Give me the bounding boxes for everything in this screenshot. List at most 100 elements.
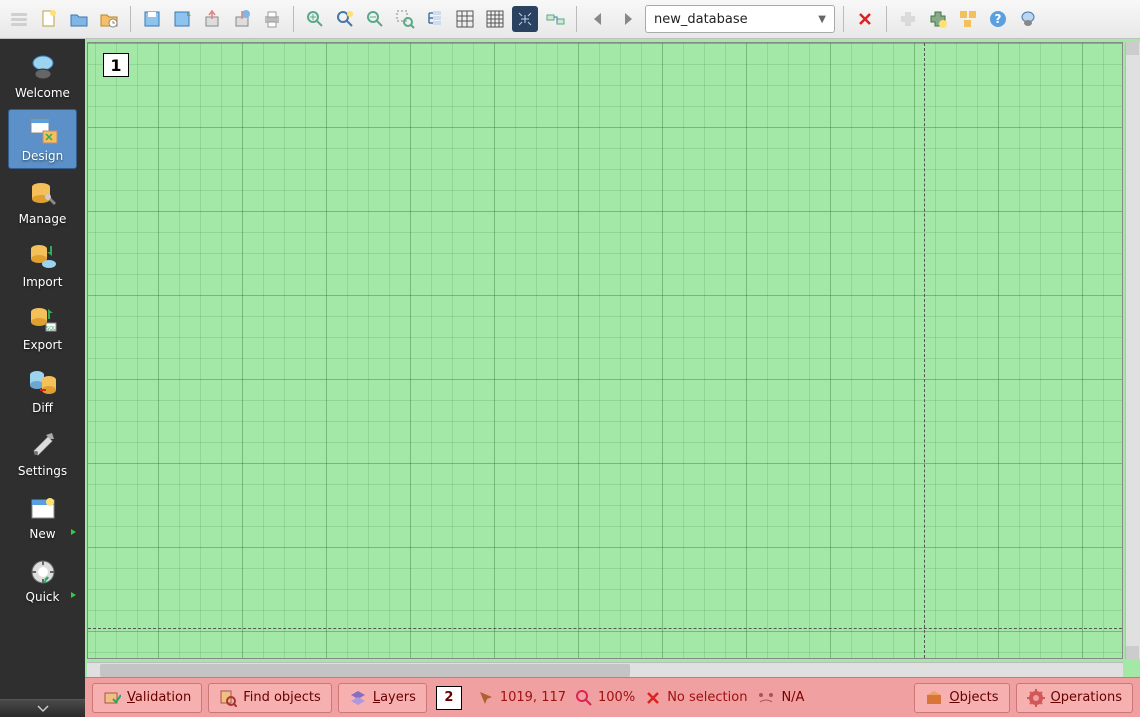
- submenu-indicator-icon: [71, 592, 76, 598]
- horizontal-scroll-thumb[interactable]: [100, 664, 630, 677]
- main-toolbar: new_database ▼ ?: [0, 0, 1140, 39]
- sidebar-item-label: Quick: [26, 590, 60, 604]
- zoom-level[interactable]: 100%: [576, 690, 635, 706]
- sidebar-item-welcome[interactable]: Welcome: [8, 46, 77, 106]
- side-toolbar: Welcome Design Manage Import SQL Export …: [0, 39, 85, 717]
- objects-icon: [925, 689, 943, 707]
- layers-icon: [349, 689, 367, 707]
- search-icon: [219, 689, 237, 707]
- sidebar-expand-button[interactable]: [0, 699, 85, 717]
- sidebar-item-new[interactable]: New: [8, 487, 77, 547]
- sidebar-item-settings[interactable]: Settings: [8, 424, 77, 484]
- zoom-value: 100%: [598, 690, 635, 705]
- fit-icon[interactable]: [512, 6, 538, 32]
- new-icon: [27, 493, 59, 525]
- scroll-up-button[interactable]: [1126, 42, 1139, 55]
- save-as-icon[interactable]: [169, 6, 195, 32]
- design-icon: [27, 115, 59, 147]
- quick-icon: [27, 556, 59, 588]
- grid-large-icon[interactable]: [482, 6, 508, 32]
- status-bar: Validation Find objects Layers 2 1019, 1…: [85, 677, 1140, 717]
- close-icon[interactable]: [852, 6, 878, 32]
- sidebar-item-label: New: [29, 527, 55, 541]
- sidebar-item-label: Welcome: [15, 86, 70, 100]
- design-canvas-wrap: 1: [85, 39, 1140, 677]
- sidebar-item-label: Design: [22, 149, 63, 163]
- page-number-label: 1: [103, 53, 129, 77]
- sidebar-item-import[interactable]: Import: [8, 235, 77, 295]
- find-objects-button[interactable]: Find objects: [208, 683, 332, 713]
- import-icon: [27, 241, 59, 273]
- dropdown-arrow-icon: ▼: [818, 14, 826, 25]
- position-icon: [478, 690, 494, 706]
- sidebar-item-label: Export: [23, 338, 62, 352]
- welcome-icon: [27, 52, 59, 84]
- objects-button[interactable]: Objects: [914, 683, 1009, 713]
- sidebar-item-design[interactable]: Design: [8, 109, 77, 169]
- na-value: N/A: [781, 690, 804, 705]
- validation-button[interactable]: Validation: [92, 683, 202, 713]
- grid-small-icon[interactable]: [452, 6, 478, 32]
- submenu-indicator-icon: [71, 529, 76, 535]
- svg-text:?: ?: [995, 12, 1002, 26]
- selection-status: No selection: [645, 690, 747, 706]
- settings-icon: [27, 430, 59, 462]
- selection-value: No selection: [667, 690, 747, 705]
- vertical-scrollbar[interactable]: [1125, 42, 1140, 659]
- export-all-icon[interactable]: [229, 6, 255, 32]
- recent-folder-icon[interactable]: [96, 6, 122, 32]
- scroll-down-button[interactable]: [1126, 646, 1139, 659]
- design-canvas[interactable]: 1: [87, 42, 1123, 659]
- zoom-selection-icon[interactable]: [392, 6, 418, 32]
- help-icon[interactable]: ?: [985, 6, 1011, 32]
- no-selection-icon: [645, 690, 661, 706]
- save-icon[interactable]: [139, 6, 165, 32]
- zoom-in-icon[interactable]: [302, 6, 328, 32]
- sidebar-item-manage[interactable]: Manage: [8, 172, 77, 232]
- relation-icon[interactable]: [542, 6, 568, 32]
- new-file-icon[interactable]: [36, 6, 62, 32]
- validation-icon: [103, 689, 121, 707]
- menu-icon[interactable]: [6, 6, 32, 32]
- objects-label: Objects: [949, 690, 998, 705]
- database-selector-value: new_database: [654, 12, 748, 27]
- operations-label: Operations: [1051, 690, 1122, 705]
- na-icon: [757, 691, 775, 705]
- svg-text:SQL: SQL: [46, 326, 56, 332]
- cursor-position-value: 1019, 117: [500, 690, 566, 705]
- modules-icon[interactable]: [955, 6, 981, 32]
- about-icon[interactable]: [1015, 6, 1041, 32]
- manage-icon: [27, 178, 59, 210]
- na-status: N/A: [757, 690, 804, 705]
- plugin-icon[interactable]: [895, 6, 921, 32]
- cursor-position: 1019, 117: [478, 690, 566, 706]
- find-objects-label: Find objects: [243, 690, 321, 705]
- next-icon[interactable]: [615, 6, 641, 32]
- layers-label: Layers: [373, 690, 416, 705]
- gear-icon: [1027, 689, 1045, 707]
- sidebar-item-export[interactable]: SQL Export: [8, 298, 77, 358]
- print-icon[interactable]: [259, 6, 285, 32]
- sidebar-item-quick[interactable]: Quick: [8, 550, 77, 610]
- open-folder-icon[interactable]: [66, 6, 92, 32]
- sidebar-item-diff[interactable]: Diff: [8, 361, 77, 421]
- validation-label: Validation: [127, 690, 191, 705]
- operations-button[interactable]: Operations: [1016, 683, 1133, 713]
- horizontal-scrollbar[interactable]: [87, 662, 1123, 677]
- page-boundary-vertical: [924, 43, 925, 658]
- layers-button[interactable]: Layers: [338, 683, 427, 713]
- plugin-manage-icon[interactable]: [925, 6, 951, 32]
- page-boundary-horizontal: [88, 628, 1122, 629]
- diff-icon: [27, 367, 59, 399]
- zoom-reset-icon[interactable]: [332, 6, 358, 32]
- sidebar-item-label: Manage: [19, 212, 67, 226]
- export-icon[interactable]: [199, 6, 225, 32]
- sidebar-item-label: Settings: [18, 464, 67, 478]
- database-selector[interactable]: new_database ▼: [645, 5, 835, 33]
- zoom-icon: [576, 690, 592, 706]
- zoom-out-icon[interactable]: [362, 6, 388, 32]
- status-number-box: 2: [436, 686, 462, 710]
- sidebar-item-label: Diff: [32, 401, 53, 415]
- prev-icon[interactable]: [585, 6, 611, 32]
- tree-icon[interactable]: [422, 6, 448, 32]
